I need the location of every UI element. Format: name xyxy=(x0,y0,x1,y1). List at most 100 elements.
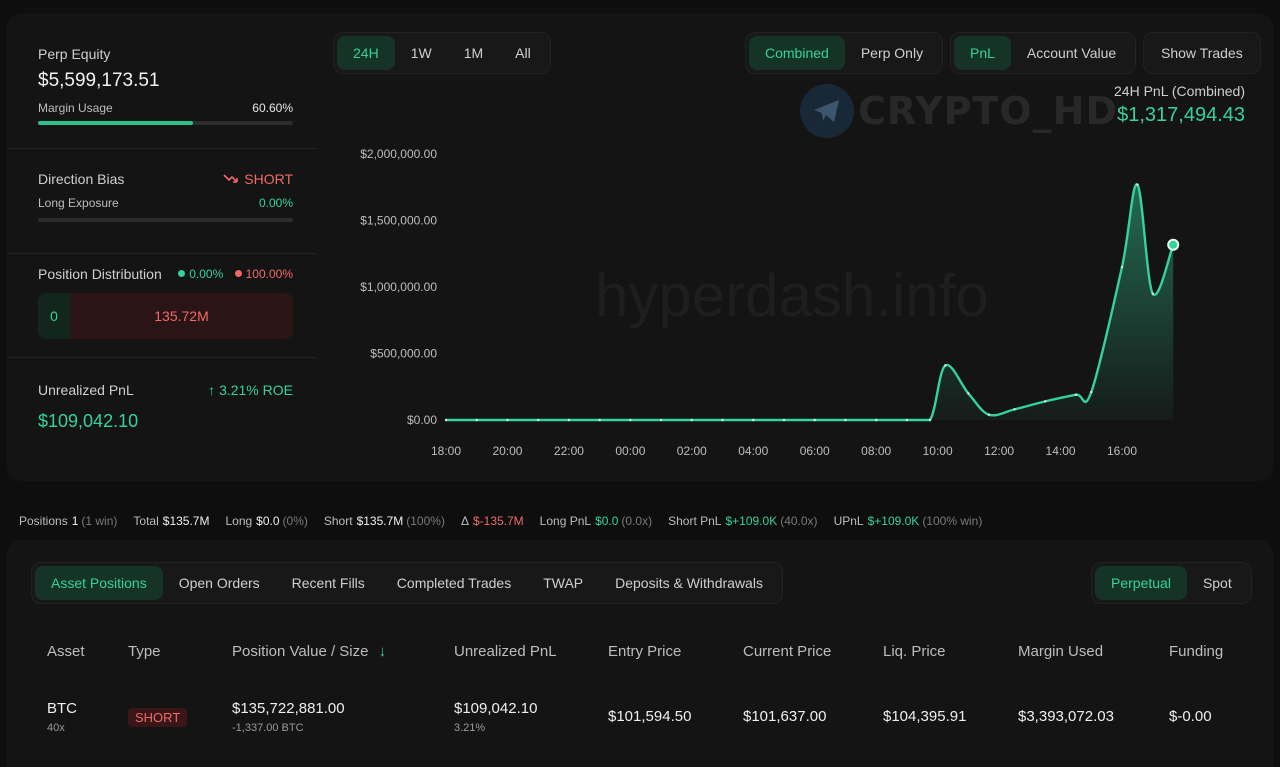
stat-item: Short PnL $+109.0K (40.0x) xyxy=(668,514,817,528)
pnl-data-point xyxy=(1120,265,1124,269)
pnl-data-point xyxy=(782,418,786,422)
crypto-hd-watermark: CRYPTO_HD xyxy=(800,84,1118,138)
current-value-marker[interactable] xyxy=(1167,238,1180,251)
direction-bias-text: SHORT xyxy=(244,171,293,187)
short-segment: 135.72M xyxy=(154,308,209,324)
stat-key: Positions xyxy=(19,514,68,528)
tab-perpetual[interactable]: Perpetual xyxy=(1095,566,1187,600)
pnl-data-point xyxy=(629,418,632,422)
x-tick-label: 06:00 xyxy=(800,444,830,458)
stat-item: Positions 1 (1 win) xyxy=(19,514,117,528)
pnl-data-point xyxy=(987,413,991,416)
pnl-data-point xyxy=(690,418,694,422)
tab-range-all[interactable]: All xyxy=(499,36,547,70)
unrealized-pnl-value: $109,042.10 xyxy=(38,411,139,431)
long-exposure-bar xyxy=(38,218,293,222)
pnl-chart: $0.00 $500,000.00 $1,000,000.00 $1,500,000.… xyxy=(337,133,1273,473)
stat-meta: (100%) xyxy=(406,514,445,528)
stat-value: $0.0 xyxy=(256,514,280,528)
metric-tab-group: PnL Account Value xyxy=(950,32,1137,74)
x-tick-label: 18:00 xyxy=(431,444,461,458)
x-tick-label: 16:00 xyxy=(1107,444,1137,458)
tab-range-24h[interactable]: 24H xyxy=(337,36,395,70)
col-header-type[interactable]: Type xyxy=(128,643,161,660)
distribution-bar: 0 135.72M xyxy=(38,293,293,339)
stat-value: $135.7M xyxy=(162,514,210,528)
tab-account-value[interactable]: Account Value xyxy=(1011,36,1132,70)
liq-price: $104,395.91 xyxy=(883,708,967,725)
tab-range-1m[interactable]: 1M xyxy=(448,36,499,70)
perp-equity-section: Perp Equity $5,599,173.51 Margin Usage 6… xyxy=(38,46,293,125)
divider xyxy=(7,148,317,149)
pnl-data-point xyxy=(1151,292,1154,295)
tab-open-orders[interactable]: Open Orders xyxy=(163,566,276,600)
pnl-data-point xyxy=(752,418,755,422)
pnl-summary-value: $1,317,494.43 xyxy=(1117,104,1245,126)
stat-value: $+109.0K xyxy=(725,514,778,528)
col-header-asset[interactable]: Asset xyxy=(47,643,85,660)
pnl-data-point xyxy=(598,418,601,422)
col-header-position-value[interactable]: Position Value / Size ↓ xyxy=(232,643,386,660)
x-tick-label: 22:00 xyxy=(554,444,584,458)
pnl-data-point xyxy=(536,418,540,422)
asset-symbol[interactable]: BTC xyxy=(47,700,77,717)
stat-key: Short xyxy=(323,514,353,528)
col-header-margin-used[interactable]: Margin Used xyxy=(1018,643,1103,660)
margin-usage-bar xyxy=(38,121,293,125)
stat-meta: (100% win) xyxy=(922,514,983,528)
range-tab-group: 24H 1W 1M All xyxy=(333,32,551,74)
tab-twap[interactable]: TWAP xyxy=(527,566,599,600)
tab-combined[interactable]: Combined xyxy=(749,36,845,70)
x-tick-label: 04:00 xyxy=(738,444,768,458)
stat-meta: (1 win) xyxy=(81,514,118,528)
pnl-data-point xyxy=(874,418,878,422)
long-exposure-label: Long Exposure xyxy=(38,196,119,210)
tab-spot[interactable]: Spot xyxy=(1187,566,1248,600)
roe-text: 3.21% ROE xyxy=(219,382,293,398)
stat-key: UPnL xyxy=(833,514,864,528)
position-value: $135,722,881.00 xyxy=(232,700,345,717)
positions-stats-bar: Positions 1 (1 win) Total $135.7M Long $0.0 (0%… xyxy=(7,505,1273,537)
col-header-entry-price[interactable]: Entry Price xyxy=(608,643,681,660)
direction-bias-section: Direction Bias SHORT Long Exposure 0.00% xyxy=(38,171,293,222)
positions-card: Asset Positions Open Orders Recent Fills… xyxy=(7,540,1273,767)
position-size: -1,337.00 BTC xyxy=(232,722,304,734)
long-pct: 0.00% xyxy=(189,267,224,281)
y-tick-label: $500,000.00 xyxy=(370,347,437,361)
pnl-data-point xyxy=(506,418,509,422)
position-distribution-section: Position Distribution 0.00% 100.00% 0 13… xyxy=(38,266,293,339)
stat-value: $-135.7M xyxy=(472,514,524,528)
asset-leverage: 40x xyxy=(47,722,65,734)
stat-item: Long $0.0 (0%) xyxy=(225,514,307,528)
col-header-funding[interactable]: Funding xyxy=(1169,643,1223,660)
tab-asset-positions[interactable]: Asset Positions xyxy=(35,566,163,600)
tab-pnl[interactable]: PnL xyxy=(954,36,1011,70)
pnl-data-point xyxy=(905,418,909,422)
pnl-data-point xyxy=(475,418,478,422)
stat-item: UPnL $+109.0K (100% win) xyxy=(834,514,983,528)
tab-completed-trades[interactable]: Completed Trades xyxy=(381,566,527,600)
pnl-data-point xyxy=(967,392,970,395)
col-header-unrealized-pnl[interactable]: Unrealized PnL xyxy=(454,643,557,660)
col-header-current-price[interactable]: Current Price xyxy=(743,643,831,660)
position-type-badge: SHORT xyxy=(128,708,188,727)
x-tick-label: 12:00 xyxy=(984,444,1014,458)
stat-item: Short $135.7M (100%) xyxy=(324,514,445,528)
trend-down-icon xyxy=(223,174,239,183)
col-header-liq-price[interactable]: Liq. Price xyxy=(883,643,946,660)
x-tick-label: 00:00 xyxy=(615,444,645,458)
y-tick-label: $2,000,000.00 xyxy=(360,147,437,161)
tab-deposits-withdrawals[interactable]: Deposits & Withdrawals xyxy=(599,566,779,600)
row-unrealized-pnl: $109,042.10 xyxy=(454,700,538,717)
tab-range-1w[interactable]: 1W xyxy=(395,36,448,70)
pnl-data-point xyxy=(1090,390,1093,394)
direction-bias-label: Direction Bias xyxy=(38,171,125,187)
stat-item: Δ $-135.7M xyxy=(461,514,524,528)
tab-perp-only[interactable]: Perp Only xyxy=(845,36,939,70)
tab-recent-fills[interactable]: Recent Fills xyxy=(276,566,381,600)
long-dot-icon xyxy=(178,270,186,277)
show-trades-button[interactable]: Show Trades xyxy=(1147,36,1257,70)
pnl-data-point xyxy=(444,418,448,422)
funding: $-0.00 xyxy=(1169,708,1212,725)
telegram-icon xyxy=(800,84,854,138)
